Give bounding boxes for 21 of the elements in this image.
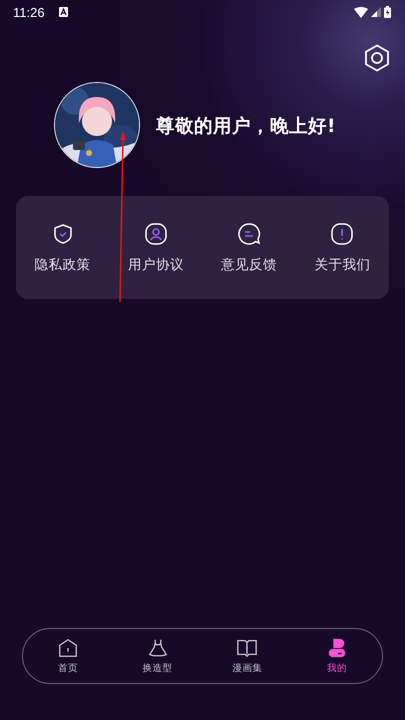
user-icon [144,222,168,246]
menu-item[interactable]: 意见反馈 [202,196,296,299]
menu-item[interactable]: 用户协议 [109,196,202,299]
info-icon [330,222,354,246]
nav-tab[interactable]: 首页 [23,629,113,683]
dress-icon [146,637,169,659]
wifi-icon [354,6,368,18]
book-icon [236,637,258,659]
settings-icon[interactable] [364,44,390,72]
menu-item[interactable]: 关于我们 [296,196,389,299]
signal-icon [371,7,381,17]
chat-icon [237,222,262,246]
nav-tab[interactable]: 我的 [292,629,382,683]
greeting-text: 尊敬的用户，晚上好! [156,114,336,138]
notification-icon [58,7,68,17]
menu-item[interactable]: 隐私政策 [16,196,110,299]
nav-tab[interactable]: 漫画集 [202,629,292,683]
house-icon [56,637,79,659]
battery-icon [384,6,391,18]
nav-tab[interactable]: 换造型 [112,629,202,683]
status-time: 11:26 [13,4,45,20]
